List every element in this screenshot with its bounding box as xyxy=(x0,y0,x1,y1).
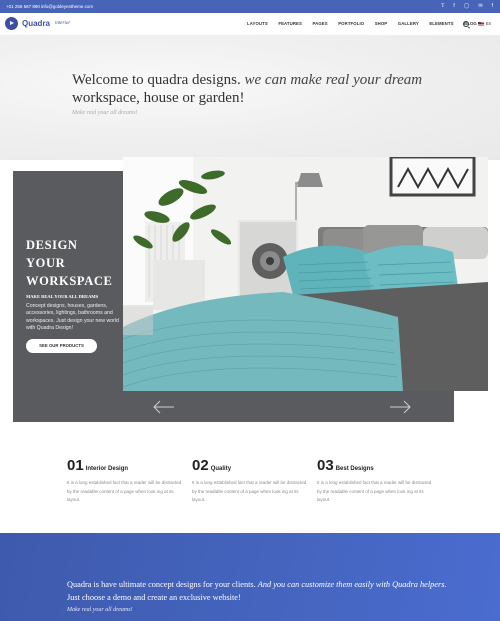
nav-item-features[interactable]: FEATURES xyxy=(278,21,302,26)
logo-subtitle: interior xyxy=(55,21,71,26)
bedroom-photo xyxy=(123,157,488,391)
twitter-icon[interactable]: 𝕋 xyxy=(441,2,445,11)
nav-item-shop[interactable]: SHOP xyxy=(375,21,388,26)
logo-mark-icon xyxy=(5,17,18,30)
nav-item-pages[interactable]: PAGES xyxy=(312,21,327,26)
top-bar: +01 256 567 890 info@goldeyestheme.com 𝕋… xyxy=(0,0,500,13)
promo-title: DESIGN YOUR WORKSPACE xyxy=(26,238,113,288)
email-link[interactable]: info@goldeyestheme.com xyxy=(41,4,93,9)
banner-text: Quadra is have ultimate concept designs … xyxy=(67,580,447,602)
feature-title: Best Designs xyxy=(335,466,374,472)
feature-number: 01 xyxy=(67,457,84,474)
prev-slide-arrow-icon[interactable] xyxy=(153,400,175,414)
logo-name: Quadra xyxy=(22,19,51,28)
promo-description: Concept designs, houses, gardens, access… xyxy=(26,303,119,332)
feature-description: It is a long established fact that a rea… xyxy=(192,480,307,503)
next-slide-arrow-icon[interactable] xyxy=(389,400,411,414)
main-nav: LAYOUTS FEATURES PAGES PORTFOLIO SHOP GA… xyxy=(247,21,487,26)
facebook-icon[interactable]: f xyxy=(492,2,493,11)
feature-number: 03 xyxy=(317,457,334,474)
nav-item-layouts[interactable]: LAYOUTS xyxy=(247,21,268,26)
us-flag-icon xyxy=(478,21,484,26)
feature-quality: 02 Quality It is a long established fact … xyxy=(192,457,312,505)
logo[interactable]: Quadra interior xyxy=(5,17,70,30)
feature-title: Interior Design xyxy=(85,466,129,472)
feature-description: It is a long established fact that a rea… xyxy=(67,480,182,503)
nav-item-gallery[interactable]: GALLERY xyxy=(398,21,419,26)
language-selector[interactable]: En xyxy=(478,21,491,26)
promo-subtitle: MAKE REAL YOUR ALL DREAMS xyxy=(26,294,99,299)
phone-number: +01 256 567 890 xyxy=(6,4,40,9)
social-links: 𝕋 f ◯ ✉ f xyxy=(441,2,493,11)
facebook-icon[interactable]: f xyxy=(453,2,454,11)
feature-description: It is a long established fact that a rea… xyxy=(317,480,432,503)
instagram-icon[interactable]: ◯ xyxy=(464,2,470,11)
banner-tagline: Make real your all dreams! xyxy=(67,607,133,613)
promo-text: DESIGN YOUR WORKSPACE MAKE REAL YOUR ALL… xyxy=(26,236,121,333)
nav-item-portfolio[interactable]: PORTFOLIO xyxy=(338,21,364,26)
feature-number: 02 xyxy=(192,457,209,474)
nav-item-elements[interactable]: ELEMENTS xyxy=(429,21,453,26)
feature-interior-design: 01 Interior Design It is a long establish… xyxy=(67,457,187,505)
see-our-products-button[interactable]: SEE OUR PRODUCTS xyxy=(26,339,97,353)
search-icon[interactable] xyxy=(463,21,469,27)
email-icon[interactable]: ✉ xyxy=(478,2,482,11)
hero-heading: Welcome to quadra designs. we can make r… xyxy=(72,72,423,106)
feature-best-designs: 03 Best Designs It is a long established … xyxy=(317,457,437,505)
feature-title: Quality xyxy=(210,466,232,472)
hero-tagline: Make real your all dreams! xyxy=(72,110,138,116)
hero-section: Welcome to quadra designs. we can make r… xyxy=(0,36,500,160)
site-header: Quadra interior LAYOUTS FEATURES PAGES P… xyxy=(0,13,500,36)
language-label: En xyxy=(486,21,492,26)
cta-banner: Quadra is have ultimate concept designs … xyxy=(0,533,500,621)
